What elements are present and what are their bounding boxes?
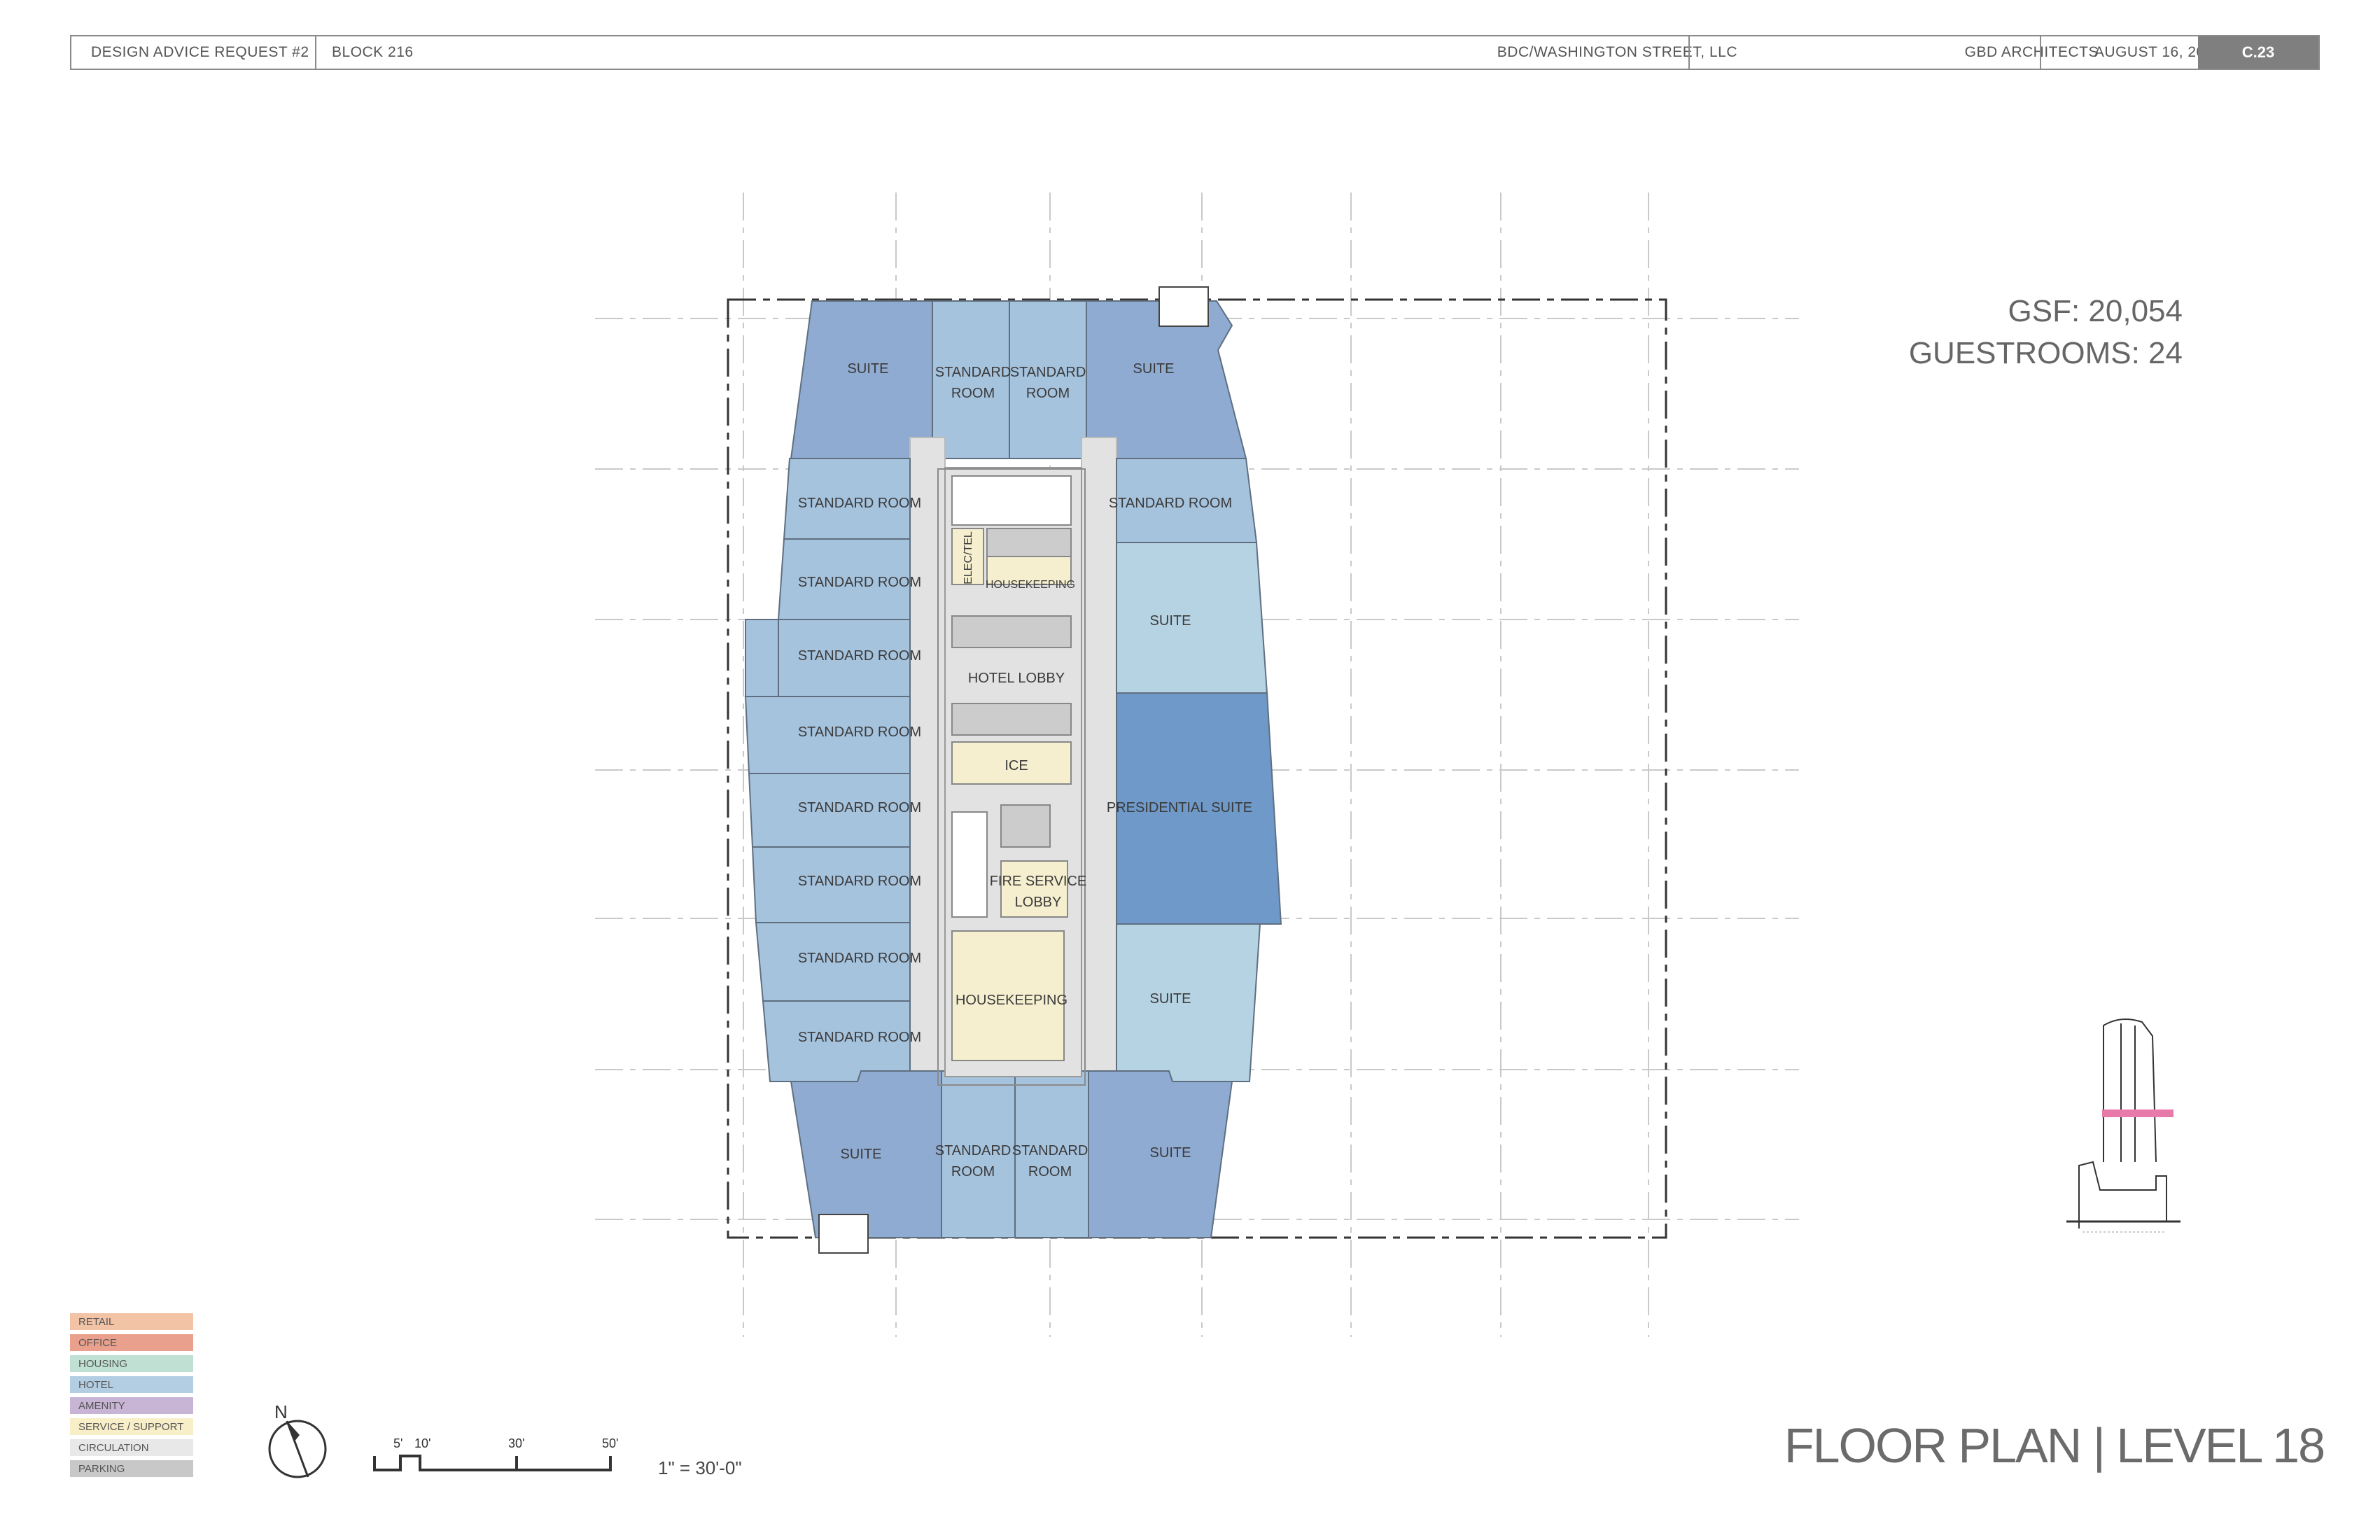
room-label-suite: SUITE (848, 361, 889, 377)
scale-tick: 30' (508, 1436, 524, 1450)
scale-tick: 10' (414, 1436, 430, 1450)
legend-item-housing: HOUSING (70, 1355, 193, 1372)
room-label-standard: STANDARD ROOM (798, 1030, 921, 1045)
core-label-hotel-lobby: HOTEL LOBBY (968, 671, 1065, 686)
core-label-elec-tel: ELEC/TEL (962, 531, 974, 584)
floor-plan-drawing: SUITE STANDARD ROOMSTANDARD ROOMSUITESTANDA… (268, 192, 2180, 1478)
legend-item-office: OFFICE (70, 1334, 193, 1351)
scale-tick: 5' (393, 1436, 402, 1450)
legend-item-service-support: SERVICE / SUPPORT (70, 1418, 193, 1435)
room-label-suite: SUITE (841, 1147, 882, 1162)
room-label-standard: STANDARD ROOM (798, 648, 921, 664)
room-label-standard: STANDARD ROOM (798, 724, 921, 740)
core-label-ice: ICE (1004, 758, 1028, 774)
suite-room-e1 (1116, 542, 1268, 694)
nw-corner-notch (1158, 286, 1209, 327)
key-plan (2066, 1018, 2180, 1233)
scale-label: 1" = 30'-0" (658, 1457, 742, 1478)
gross-square-feet: GSF: 20,054 (2008, 294, 2183, 328)
sheet-title: FLOOR PLAN | LEVEL 18 (1784, 1418, 2325, 1473)
legend-item-circulation: CIRCULATION (70, 1439, 193, 1456)
room-label-standard: STANDARD ROOM (798, 874, 921, 889)
elevator-bank-2 (951, 615, 1072, 648)
room-label-standard: STANDARD ROOM (798, 496, 921, 511)
west-corridor (909, 437, 946, 1093)
elevator-fire (1000, 804, 1051, 848)
guestroom-count: GUESTROOMS: 24 (1908, 336, 2183, 370)
room-label-suite: SUITE (1150, 991, 1191, 1007)
legend-item-parking: PARKING (70, 1460, 193, 1477)
scale-bar (373, 1455, 612, 1471)
scale-tick: 50' (602, 1436, 618, 1450)
room-label-standard: STANDARD ROOM (798, 951, 921, 966)
standard-room-w3-ext (745, 619, 779, 697)
current-level-marker (2102, 1110, 2174, 1117)
elevator-bank-1 (986, 528, 1072, 557)
room-label-standard: STANDARD ROOM (798, 800, 921, 816)
room-label-suite: SUITE (1150, 613, 1191, 629)
north-label: N (274, 1401, 288, 1422)
core-label-housekeeping: HOUSEKEEPING (986, 579, 1075, 591)
legend-item-amenity: AMENITY (70, 1397, 193, 1414)
core-label-housekeeping: HOUSEKEEPING (955, 993, 1068, 1008)
room-label-standard: STANDARD ROOM (798, 575, 921, 590)
room-label-presidential-suite: PRESIDENTIAL SUITE (1107, 800, 1252, 816)
sw-corner-notch (818, 1214, 869, 1254)
room-label-suite: SUITE (1133, 361, 1175, 377)
room-label-standard: STANDARD ROOM (1109, 496, 1232, 511)
east-corridor (1081, 437, 1117, 1093)
room-label-suite: SUITE (1150, 1145, 1191, 1161)
elevator-bank-3 (951, 703, 1072, 736)
stair-south (951, 811, 988, 918)
suite-room-nw (790, 300, 933, 459)
north-arrow (268, 1420, 327, 1478)
legend-item-retail: RETAIL (70, 1313, 193, 1330)
stair-north (951, 475, 1072, 526)
legend-item-hotel: HOTEL (70, 1376, 193, 1393)
